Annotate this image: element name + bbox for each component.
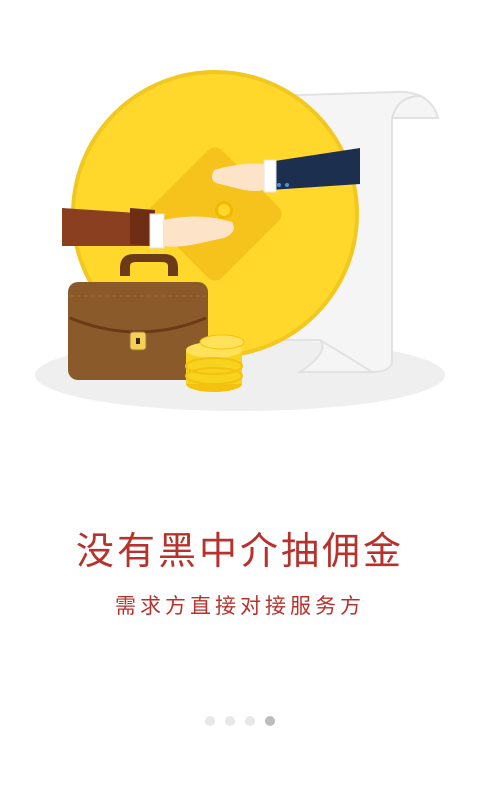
page-indicator <box>0 714 480 728</box>
small-coin-icon <box>215 201 233 219</box>
pager-dot-active[interactable] <box>265 716 275 726</box>
hero-illustration <box>0 0 480 430</box>
pager-dot[interactable] <box>225 716 235 726</box>
page-subtitle: 需求方直接对接服务方 <box>115 594 365 618</box>
pager-dot[interactable] <box>245 716 255 726</box>
page-title: 没有黑中介抽佣金 <box>75 529 404 573</box>
pager-dot[interactable] <box>205 716 215 726</box>
